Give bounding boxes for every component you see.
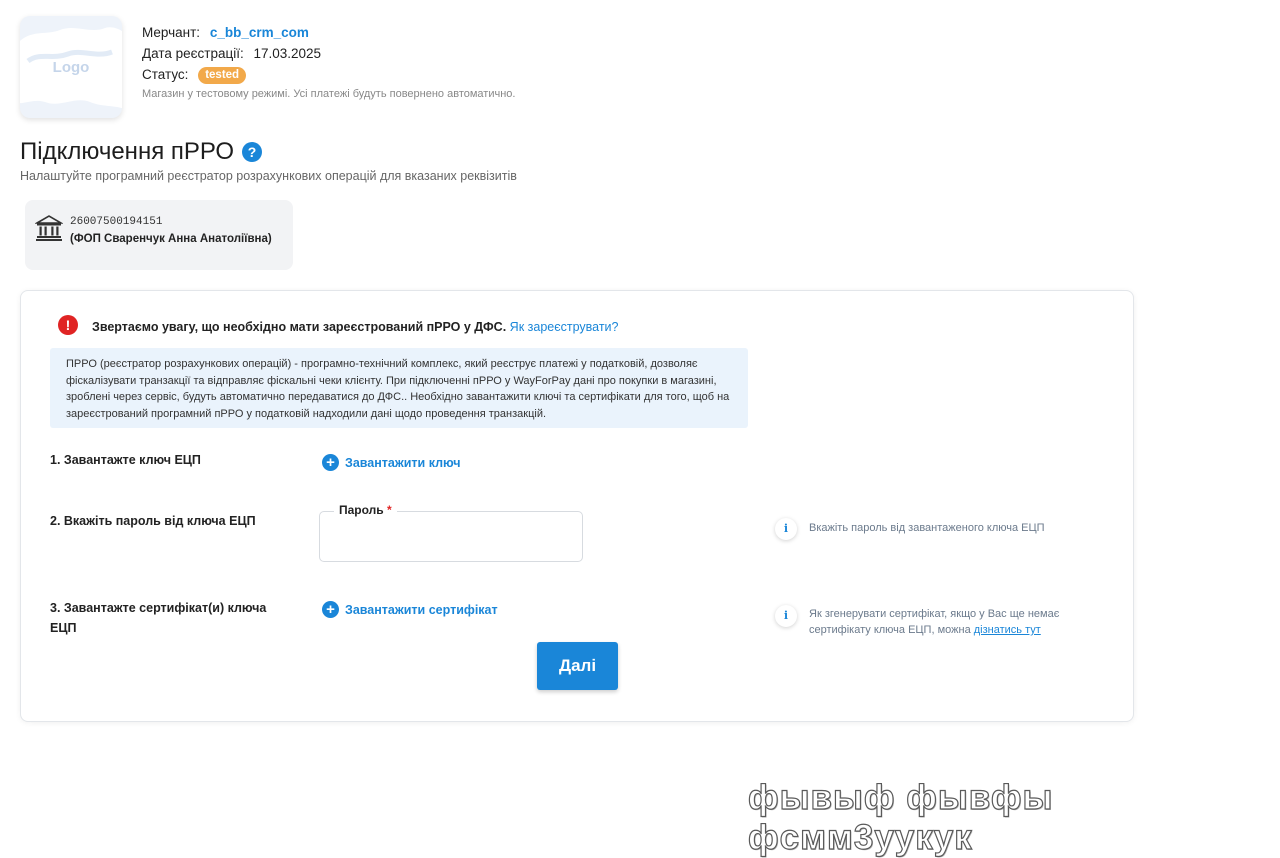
plus-circle-icon: + (322, 601, 339, 618)
page-title: Підключення пРРО ? (20, 138, 263, 166)
step2-label: 2. Вкажіть пароль від ключа ЕЦП (50, 514, 256, 528)
alert-icon: ! (58, 315, 78, 335)
how-to-register-link[interactable]: Як зареєструвати? (510, 320, 619, 334)
bank-account-owner: (ФОП Сваренчук Анна Анатоліївна) (70, 233, 272, 245)
registration-date: 17.03.2025 (253, 46, 322, 61)
info-icon: i (775, 518, 797, 540)
info-icon: i (775, 605, 797, 627)
certificate-hint: Як згенерувати сертифікат, якщо у Вас ще… (809, 606, 1089, 638)
alert-message-text: Звертаємо увагу, що необхідно мати зареє… (92, 320, 507, 334)
status-badge: tested (198, 66, 247, 84)
upload-certificate-button[interactable]: + Завантажити сертифікат (322, 601, 498, 618)
registration-row: Дата реєстрації: 17.03.2025 (142, 43, 515, 64)
status-row: Статус: tested (142, 64, 515, 85)
upload-certificate-label: Завантажити сертифікат (345, 602, 498, 617)
merchant-info: Мерчант: c_bb_crm_com Дата реєстрації: 1… (142, 22, 515, 100)
registration-label: Дата реєстрації: (142, 46, 244, 61)
merchant-logo: Logo (20, 16, 122, 118)
page-title-text: Підключення пРРО (20, 138, 235, 165)
required-mark: * (387, 503, 392, 517)
merchant-label: Мерчант: (142, 25, 201, 40)
learn-here-link[interactable]: дізнатись тут (974, 624, 1041, 636)
watermark-text: фывыф фывфы фсмм3уукук (747, 777, 1054, 857)
bank-icon (35, 215, 63, 241)
password-label-text: Пароль (339, 503, 384, 517)
prro-info-box: ПРРО (реєстратор розрахункових операцій)… (50, 348, 748, 428)
password-input[interactable] (332, 526, 572, 554)
next-button[interactable]: Далі (537, 642, 618, 690)
logo-placeholder-text: Logo (52, 59, 90, 76)
merchant-name-link[interactable]: c_bb_crm_com (210, 25, 309, 40)
password-field-label: Пароль * (334, 503, 397, 517)
password-field[interactable]: Пароль * (319, 503, 583, 562)
bank-account-number: 26007500194151 (70, 216, 163, 228)
merchant-row: Мерчант: c_bb_crm_com (142, 22, 515, 43)
upload-key-label: Завантажити ключ (345, 455, 461, 470)
status-label: Статус: (142, 67, 189, 82)
upload-key-button[interactable]: + Завантажити ключ (322, 454, 461, 471)
step1-label: 1. Завантажте ключ ЕЦП (50, 453, 201, 467)
alert-message: Звертаємо увагу, що необхідно мати зареє… (92, 320, 618, 334)
password-hint: Вкажіть пароль від завантаженого ключа Е… (809, 522, 1045, 534)
plus-circle-icon: + (322, 454, 339, 471)
prro-setup-panel: ! Звертаємо увагу, що необхідно мати зар… (20, 290, 1134, 722)
bank-account-card: 26007500194151 (ФОП Сваренчук Анна Анато… (25, 200, 293, 270)
step3-label: 3. Завантажте сертифікат(и) ключа ЕЦП (50, 601, 267, 635)
help-icon[interactable]: ? (242, 142, 263, 162)
test-mode-note: Магазин у тестовому режимі. Усі платежі … (142, 88, 516, 100)
page-subtitle: Налаштуйте програмний реєстратор розраху… (20, 169, 517, 183)
